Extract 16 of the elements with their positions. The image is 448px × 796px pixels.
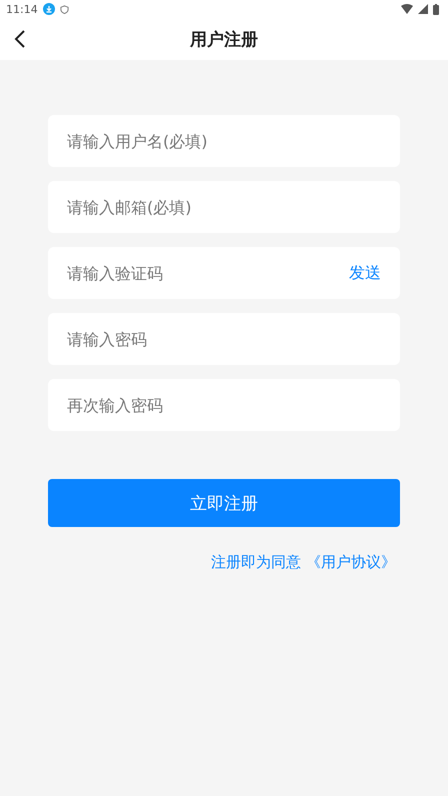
user-agreement-link[interactable]: 《用户协议》: [306, 553, 396, 571]
input-field[interactable]: 请输入邮箱(必填): [48, 181, 400, 233]
download-icon: [42, 3, 55, 15]
agreement-text: 注册即为同意 《用户协议》: [211, 553, 396, 572]
signal-icon: [418, 4, 428, 14]
input-field[interactable]: 请输入用户名(必填): [48, 115, 400, 167]
input-field[interactable]: 请输入密码: [48, 313, 400, 365]
wifi-icon: [401, 4, 413, 14]
shield-icon: [60, 4, 69, 14]
page-title: 用户注册: [190, 28, 258, 50]
battery-icon: [433, 4, 439, 14]
register-button[interactable]: 立即注册: [48, 479, 400, 527]
send-code-link[interactable]: 发送: [349, 262, 381, 284]
input-field[interactable]: 再次输入密码: [48, 379, 400, 431]
status-time: 11:14: [6, 2, 38, 16]
code-field[interactable]: 请输入验证码 发送: [48, 247, 400, 299]
